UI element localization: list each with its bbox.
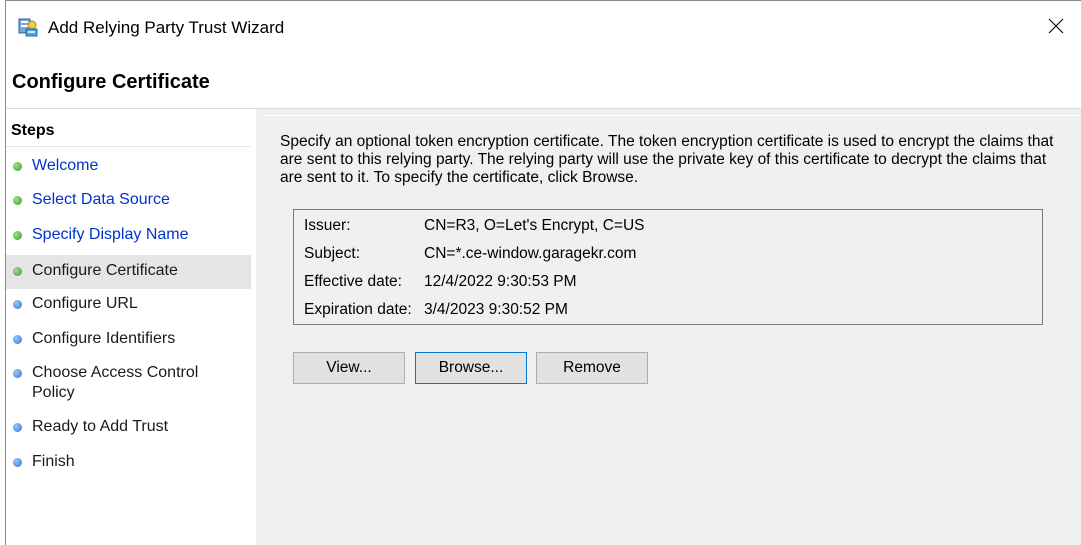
content-pane: Specify an optional token encryption cer… [262,109,1081,545]
cert-issuer-row: Issuer: CN=R3, O=Let's Encrypt, C=US [304,217,644,235]
step-pending-icon [13,300,22,309]
step-label: Ready to Add Trust [32,418,169,435]
step-choose-access-control-policy: Choose Access Control Policy [6,363,251,405]
instructions-text: Specify an optional token encryption cer… [280,133,1054,186]
steps-heading-divider [6,146,251,147]
cert-issuer-value: CN=R3, O=Let's Encrypt, C=US [424,217,645,234]
step-pending-icon [13,458,22,467]
cert-expiration-row: Expiration date: 3/4/2023 9:30:52 PM [304,301,568,319]
step-label: Welcome [32,157,99,174]
certificate-details-box: Issuer: CN=R3, O=Let's Encrypt, C=US Subj… [293,209,1043,325]
step-label: Choose Access Control Policy [32,364,199,401]
cert-effective-value: 12/4/2022 9:30:53 PM [424,273,577,290]
browse-button[interactable]: Browse... [415,352,527,384]
close-button[interactable] [1041,13,1071,43]
step-pending-icon [13,423,22,432]
wizard-window: Add Relying Party Trust Wizard Configure… [5,0,1081,545]
step-pending-icon [13,369,22,378]
cert-subject-label: Subject: [304,245,361,262]
step-pending-icon [13,335,22,344]
steps-pane: Steps Welcome Select Data Source Specify… [6,109,256,545]
step-configure-certificate: Configure Certificate [6,255,251,289]
window-title: Add Relying Party Trust Wizard [48,18,285,37]
step-current-icon [13,267,22,276]
cert-subject-row: Subject: CN=*.ce-window.garagekr.com [304,245,636,263]
step-configure-identifiers: Configure Identifiers [6,329,251,355]
page-title: Configure Certificate [12,71,210,93]
content-area: Specify an optional token encryption cer… [262,115,1081,545]
relying-party-icon [17,16,39,38]
step-select-data-source[interactable]: Select Data Source [6,190,251,216]
step-ready-to-add-trust: Ready to Add Trust [6,417,251,443]
step-completed-icon [13,162,22,171]
view-button[interactable]: View... [293,352,405,384]
title-bar[interactable]: Add Relying Party Trust Wizard [6,1,1081,57]
cert-expiration-label: Expiration date: [304,301,412,318]
cert-effective-row: Effective date: 12/4/2022 9:30:53 PM [304,273,577,291]
cert-subject-value: CN=*.ce-window.garagekr.com [424,245,637,262]
cert-effective-label: Effective date: [304,273,402,290]
step-label: Configure Identifiers [32,330,176,347]
step-label: Finish [32,453,75,470]
cert-issuer-label: Issuer: [304,217,351,234]
step-label: Configure Certificate [32,262,178,279]
step-completed-icon [13,231,22,240]
cert-expiration-value: 3/4/2023 9:30:52 PM [424,301,568,318]
step-specify-display-name[interactable]: Specify Display Name [6,225,251,251]
step-label: Configure URL [32,295,138,312]
step-welcome[interactable]: Welcome [6,156,251,182]
step-completed-icon [13,196,22,205]
close-icon [1048,18,1064,39]
remove-button[interactable]: Remove [536,352,648,384]
step-configure-url: Configure URL [6,294,251,320]
step-finish: Finish [6,452,251,478]
step-label: Select Data Source [32,191,170,208]
steps-heading: Steps [11,122,55,139]
step-label: Specify Display Name [32,226,189,243]
